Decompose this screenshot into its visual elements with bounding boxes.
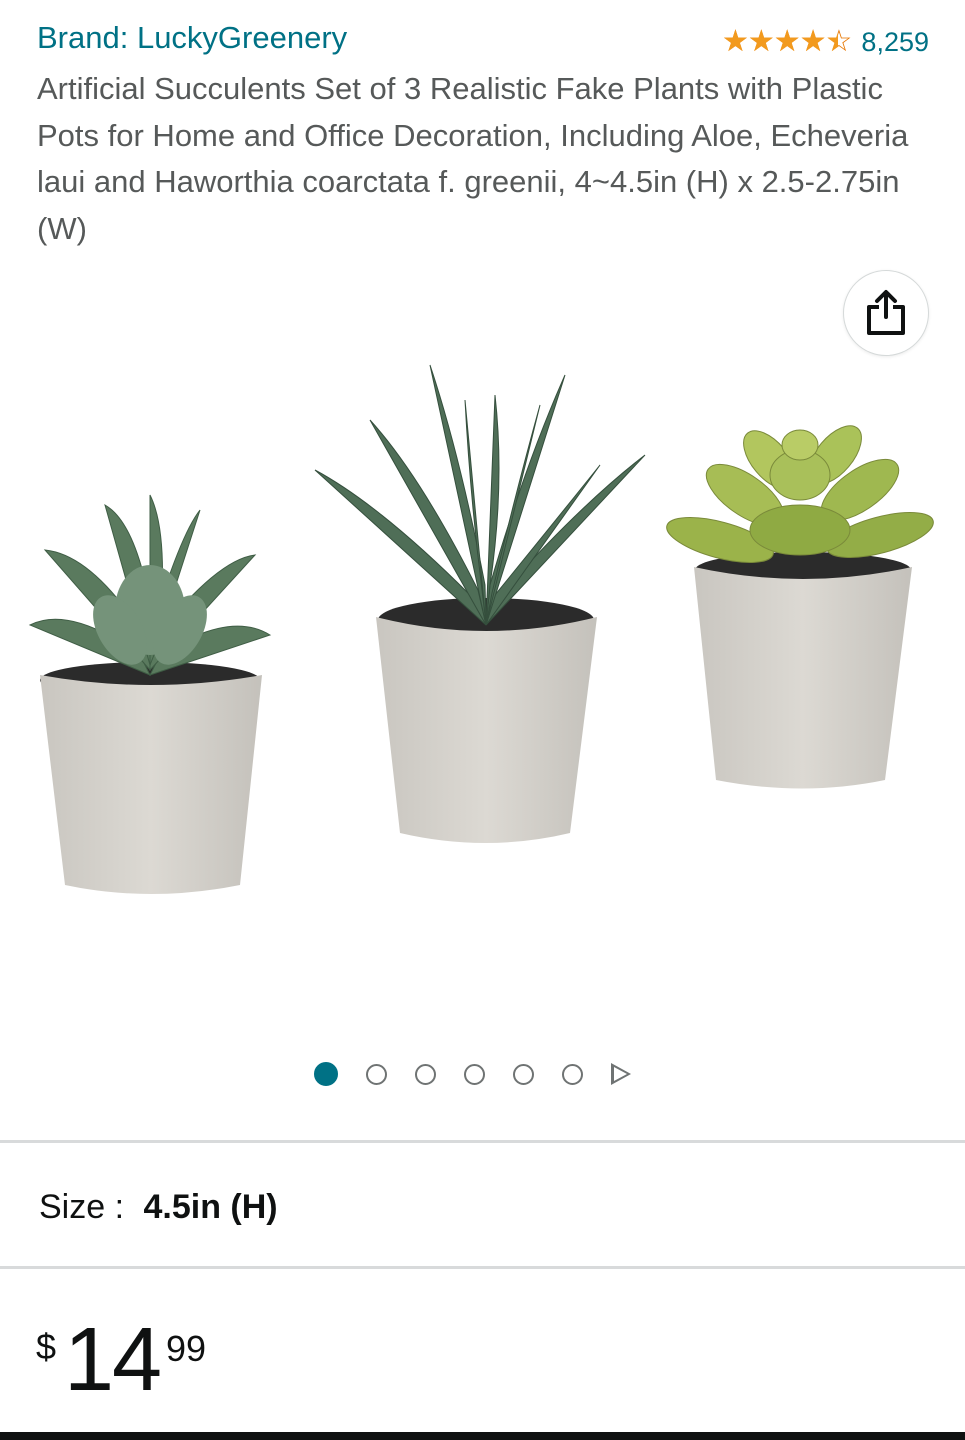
- play-icon[interactable]: [611, 1063, 631, 1085]
- size-selector[interactable]: Size : 4.5in (H): [39, 1188, 278, 1227]
- price-whole: 14: [64, 1310, 162, 1410]
- plant-echeveria: [28, 494, 272, 894]
- share-button[interactable]: [843, 270, 929, 356]
- pagination-dot-active[interactable]: [314, 1062, 338, 1086]
- brand-rating-row: Brand: LuckyGreenery ☆☆☆☆☆ ★★★★★ 8,259: [37, 18, 929, 62]
- pagination-dot[interactable]: [415, 1063, 436, 1085]
- size-label: Size :: [39, 1188, 125, 1226]
- price-fraction: 99: [166, 1328, 207, 1369]
- plant-haworthia: [314, 364, 646, 843]
- price-symbol: $: [36, 1326, 57, 1367]
- pagination-dot[interactable]: [562, 1063, 583, 1085]
- pagination-dot[interactable]: [464, 1063, 485, 1085]
- plant-jade: [666, 425, 934, 789]
- bottom-bar: [0, 1432, 965, 1440]
- brand-link[interactable]: Brand: LuckyGreenery: [37, 20, 347, 56]
- image-pagination: [314, 1060, 631, 1088]
- pagination-dot[interactable]: [366, 1063, 387, 1085]
- divider: [0, 1140, 965, 1143]
- product-image[interactable]: [0, 355, 965, 915]
- rating[interactable]: ☆☆☆☆☆ ★★★★★ 8,259: [722, 26, 929, 58]
- size-value: 4.5in (H): [143, 1188, 278, 1226]
- divider: [0, 1266, 965, 1269]
- rating-count[interactable]: 8,259: [861, 27, 929, 58]
- pagination-dot[interactable]: [513, 1063, 534, 1085]
- product-title: Artificial Succulents Set of 3 Realistic…: [37, 71, 909, 246]
- star-rating-icon: ☆☆☆☆☆ ★★★★★: [721, 25, 852, 58]
- share-icon: [867, 290, 905, 335]
